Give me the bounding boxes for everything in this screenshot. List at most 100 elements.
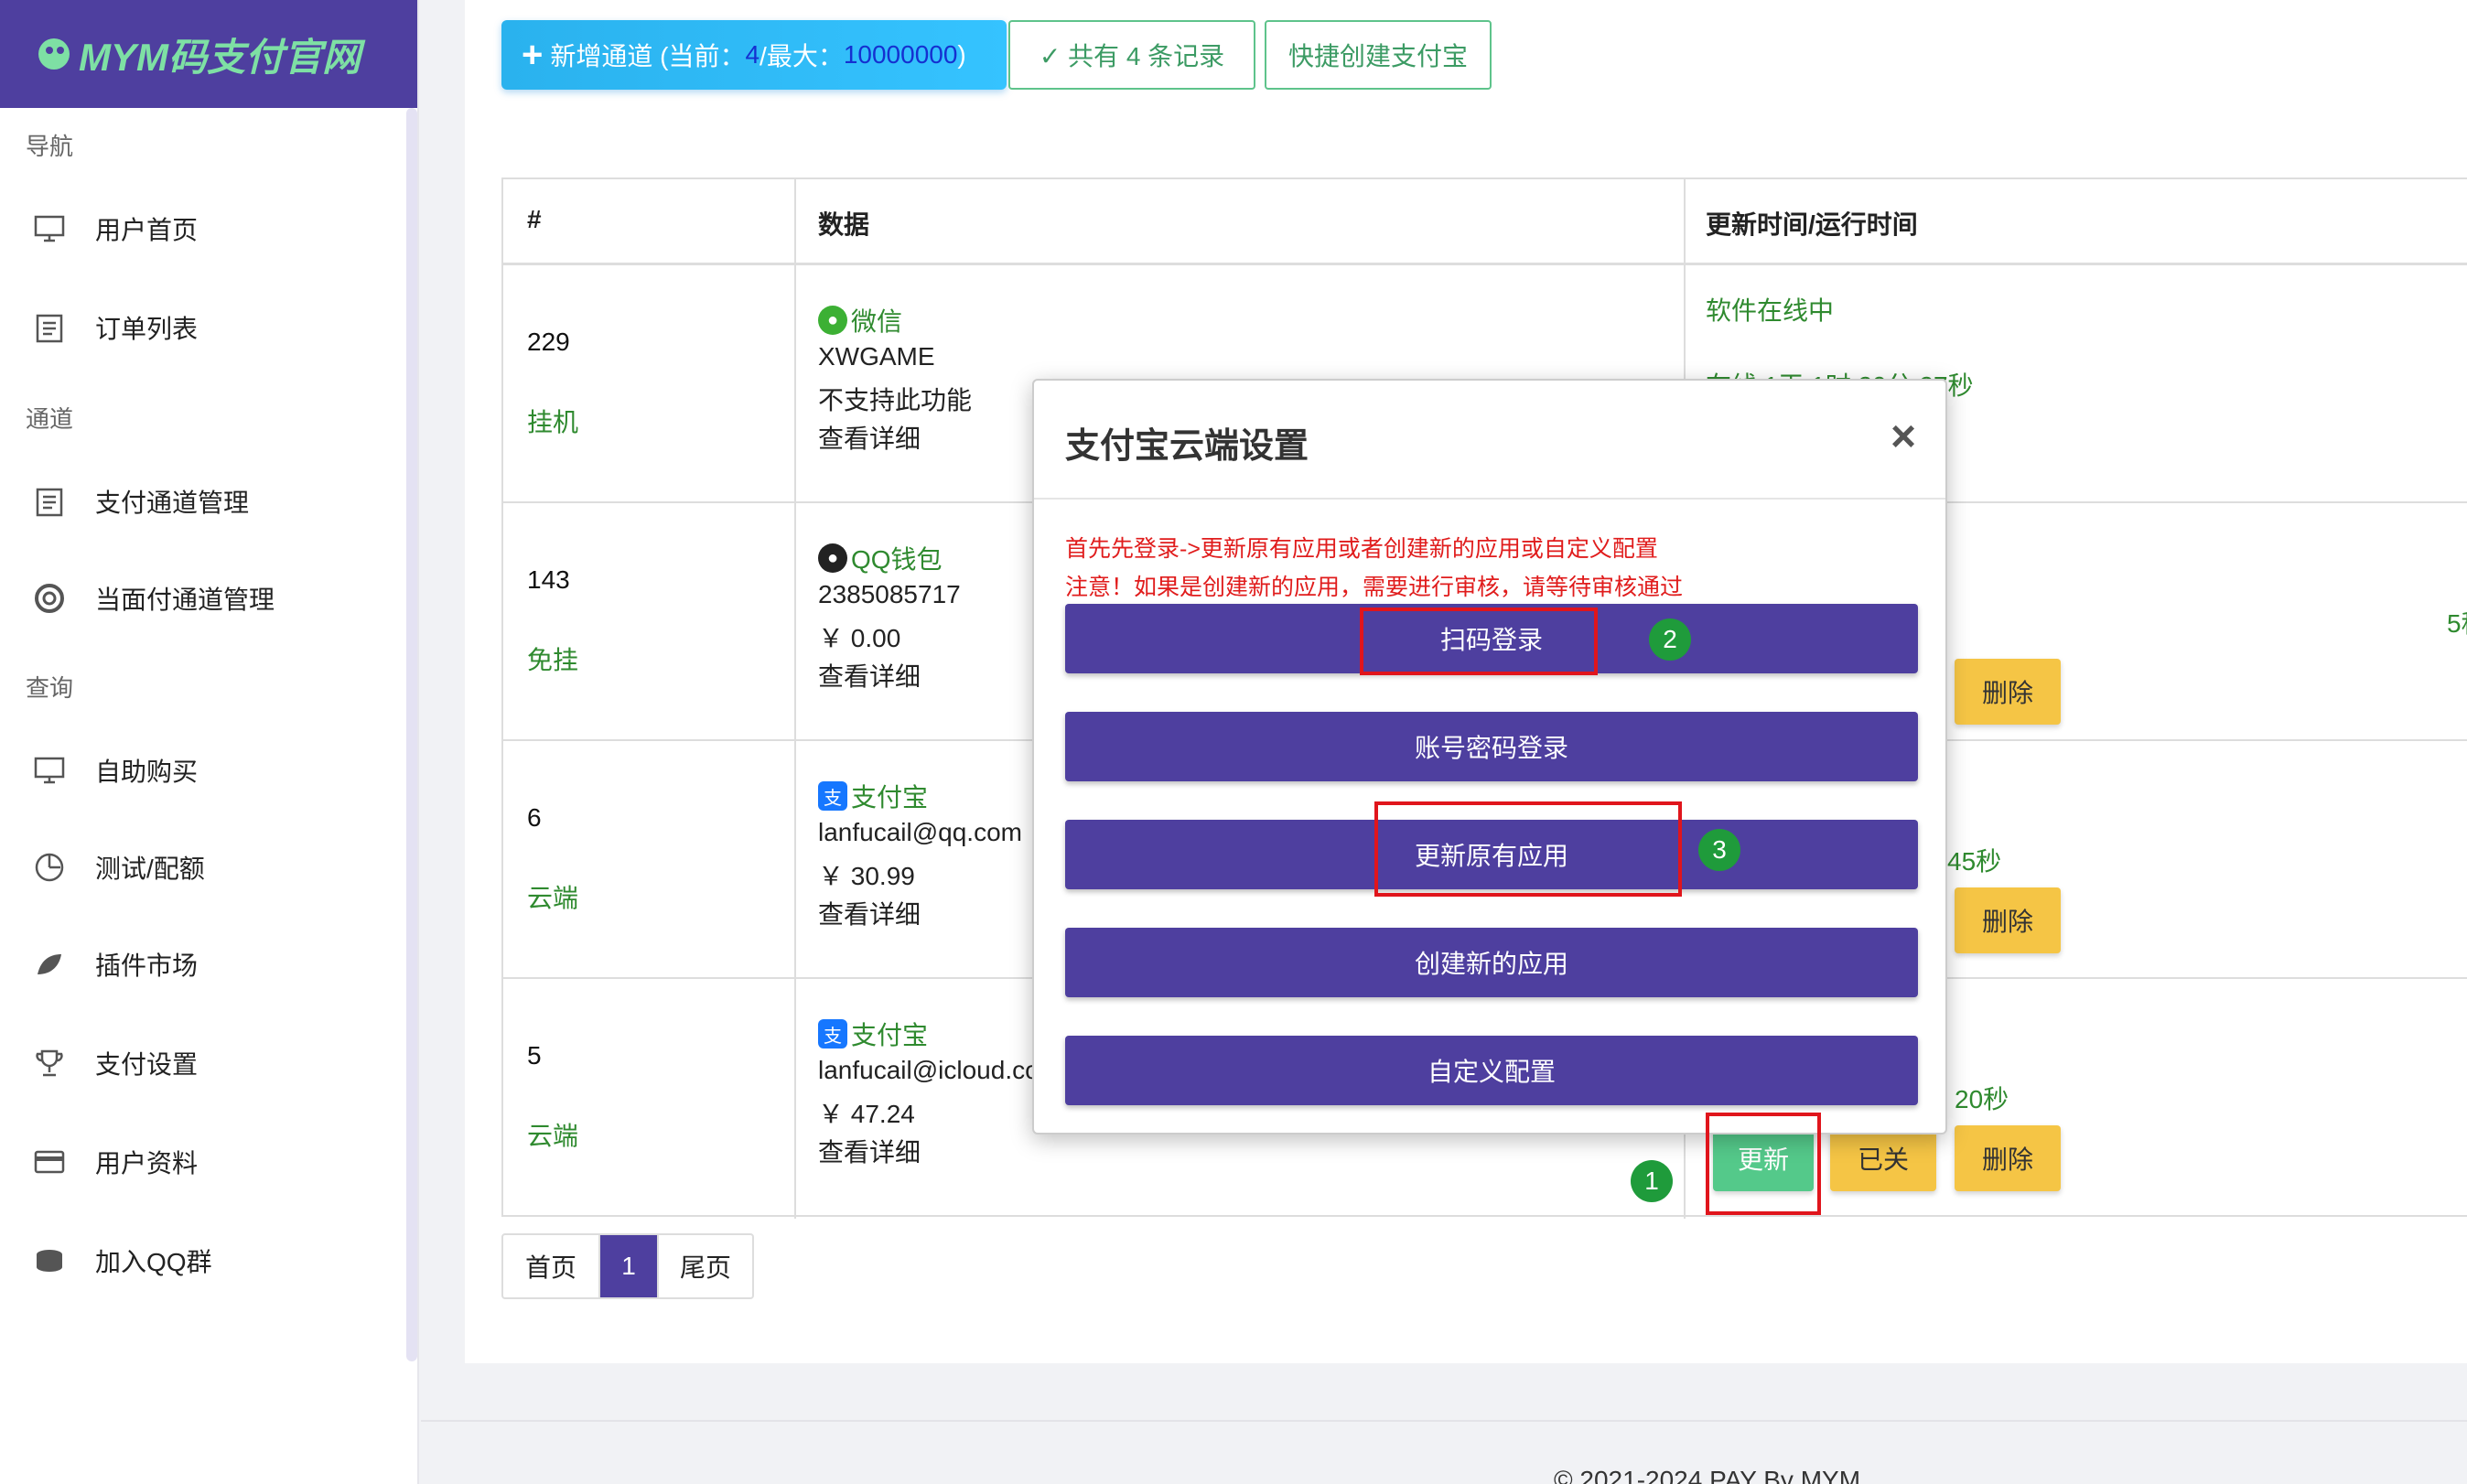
close-icon[interactable]: × xyxy=(1891,412,1916,462)
sidebar-item-test-quota[interactable]: 测试/配额 xyxy=(31,840,205,895)
add-channel-button[interactable]: + 新增通道 (当前： 4 /最大： 10000000 ) xyxy=(501,20,1007,90)
trophy-icon xyxy=(31,1045,68,1081)
closed-toggle-button[interactable]: 已关 xyxy=(1830,1125,1936,1191)
pager-last[interactable]: 尾页 xyxy=(659,1235,752,1297)
list-icon xyxy=(31,483,68,520)
pay-type-label: QQ钱包 xyxy=(851,545,943,574)
view-detail-link[interactable]: 查看详细 xyxy=(818,657,921,694)
row-account: XWGAME xyxy=(818,342,935,371)
sidebar-item-label: 自助购买 xyxy=(95,758,199,786)
sidebar-item-plugins[interactable]: 插件市场 xyxy=(31,937,198,992)
sidebar: MYM码支付官网 导航 通道 查询 用户首页 订单列表 支付通道管理 当面付通道… xyxy=(0,0,419,1484)
col-header-id: # xyxy=(527,205,542,233)
row-pay-type: 支 支付宝 xyxy=(818,778,928,814)
wechat-icon: ● xyxy=(818,306,847,335)
pagination: 首页 1 尾页 xyxy=(501,1233,754,1299)
brand-logo[interactable]: MYM码支付官网 xyxy=(0,0,417,108)
step-badge-1: 1 xyxy=(1631,1160,1673,1202)
modal-note-review: 注意！如果是创建新的应用，需要进行审核，请等待审核通过 xyxy=(1065,575,1684,600)
pay-type-label: 支付宝 xyxy=(851,783,929,812)
runtime-tail: 20秒 xyxy=(1955,1085,2009,1113)
view-detail-link[interactable]: 查看详细 xyxy=(818,419,921,456)
sidebar-item-orders[interactable]: 订单列表 xyxy=(31,300,198,355)
pager-current[interactable]: 1 xyxy=(600,1235,659,1297)
sidebar-item-label: 插件市场 xyxy=(95,952,199,980)
row-id: 229 xyxy=(527,328,570,356)
sidebar-item-profile[interactable]: 用户资料 xyxy=(31,1135,198,1189)
delete-button[interactable]: 删除 xyxy=(1955,659,2061,725)
add-channel-current: 4 xyxy=(745,40,760,69)
add-channel-prefix: 新增通道 (当前： xyxy=(550,42,746,70)
step-badge-2: 2 xyxy=(1649,618,1691,661)
row-id: 5 xyxy=(527,1041,542,1070)
annotation-box-update-button xyxy=(1706,1113,1821,1215)
plus-icon: + xyxy=(522,34,544,75)
nav-section-nav: 导航 xyxy=(26,133,74,160)
sidebar-item-label: 当面付通道管理 xyxy=(95,586,275,614)
pie-icon xyxy=(31,849,68,886)
list-icon xyxy=(31,309,68,346)
add-channel-max: 10000000 xyxy=(843,40,958,69)
sidebar-item-f2f-manage[interactable]: 当面付通道管理 xyxy=(31,571,275,626)
row-amount: ￥ 47.24 xyxy=(818,1100,915,1128)
sidebar-item-label: 测试/配额 xyxy=(95,855,205,883)
leaf-icon xyxy=(31,946,68,983)
records-count-button[interactable]: ✓ 共有 4 条记录 xyxy=(1008,20,1255,90)
online-status: 软件在线中 xyxy=(1706,296,1835,325)
row-amount: ￥ 30.99 xyxy=(818,862,915,890)
create-new-app-button[interactable]: 创建新的应用 xyxy=(1065,928,1918,997)
brand-title: MYM码支付官网 xyxy=(79,35,361,79)
database-icon xyxy=(31,1242,68,1279)
row-amount: ￥ 0.00 xyxy=(818,624,901,652)
row-pay-type: 支 支付宝 xyxy=(818,1016,928,1052)
row-id: 6 xyxy=(527,803,542,832)
nav-section-query: 查询 xyxy=(26,674,74,702)
step-badge-3: 3 xyxy=(1698,829,1740,871)
password-login-button[interactable]: 账号密码登录 xyxy=(1065,712,1918,781)
sidebar-item-label: 支付通道管理 xyxy=(95,489,250,517)
quick-create-alipay-button[interactable]: 快捷创建支付宝 xyxy=(1265,20,1492,90)
alipay-cloud-settings-modal: 支付宝云端设置 × 首先先登录->更新原有应用或者创建新的应用或自定义配置 注意… xyxy=(1032,379,1947,1135)
logo-icon xyxy=(38,38,70,70)
add-channel-suffix: ) xyxy=(957,40,966,69)
sidebar-item-label: 加入QQ群 xyxy=(95,1248,212,1276)
row-mode: 云端 xyxy=(527,884,579,912)
sidebar-item-channel-manage[interactable]: 支付通道管理 xyxy=(31,474,249,529)
pay-type-label: 支付宝 xyxy=(851,1021,929,1049)
qq-icon: ● xyxy=(818,543,847,573)
lifebuoy-icon xyxy=(31,580,68,617)
row-mode: 免挂 xyxy=(527,646,579,674)
delete-button[interactable]: 删除 xyxy=(1955,1125,2061,1191)
modal-title: 支付宝云端设置 xyxy=(1065,427,1309,466)
sidebar-item-pay-settings[interactable]: 支付设置 xyxy=(31,1036,198,1091)
monitor-icon xyxy=(31,752,68,789)
sidebar-item-qq-group[interactable]: 加入QQ群 xyxy=(31,1233,212,1288)
sidebar-item-self-buy[interactable]: 自助购买 xyxy=(31,743,198,798)
view-detail-link[interactable]: 查看详细 xyxy=(818,895,921,931)
alipay-icon: 支 xyxy=(818,781,847,811)
runtime-tail: 45秒 xyxy=(1947,847,2002,876)
annotation-box-update-app xyxy=(1374,801,1682,897)
sidebar-scrollbar[interactable] xyxy=(406,108,417,1361)
modal-note-login: 首先先登录->更新原有应用或者创建新的应用或自定义配置 xyxy=(1065,536,1658,562)
col-header-time: 更新时间/运行时间 xyxy=(1706,210,1918,239)
row-account: lanfucail@qq.com xyxy=(818,818,1022,846)
row-id: 143 xyxy=(527,565,570,594)
add-channel-mid: /最大： xyxy=(759,42,844,70)
row-amount: 不支持此功能 xyxy=(818,386,973,414)
custom-config-button[interactable]: 自定义配置 xyxy=(1065,1036,1918,1105)
pager-first[interactable]: 首页 xyxy=(503,1235,600,1297)
annotation-box-qr-login xyxy=(1360,608,1598,675)
card-icon xyxy=(31,1144,68,1180)
sidebar-item-label: 用户首页 xyxy=(95,216,199,244)
view-detail-link[interactable]: 查看详细 xyxy=(818,1133,921,1169)
row-mode: 挂机 xyxy=(527,408,579,436)
table-header: # 数据 更新时间/运行时间 xyxy=(503,179,2467,265)
delete-button[interactable]: 删除 xyxy=(1955,887,2061,953)
sidebar-item-label: 用户资料 xyxy=(95,1149,199,1178)
alipay-icon: 支 xyxy=(818,1019,847,1048)
footer-copyright: © 2021-2024 PAY By MYM xyxy=(1554,1466,1861,1484)
sidebar-item-home[interactable]: 用户首页 xyxy=(31,201,198,256)
row-mode: 云端 xyxy=(527,1122,579,1150)
row-pay-type: ● QQ钱包 xyxy=(818,540,943,576)
